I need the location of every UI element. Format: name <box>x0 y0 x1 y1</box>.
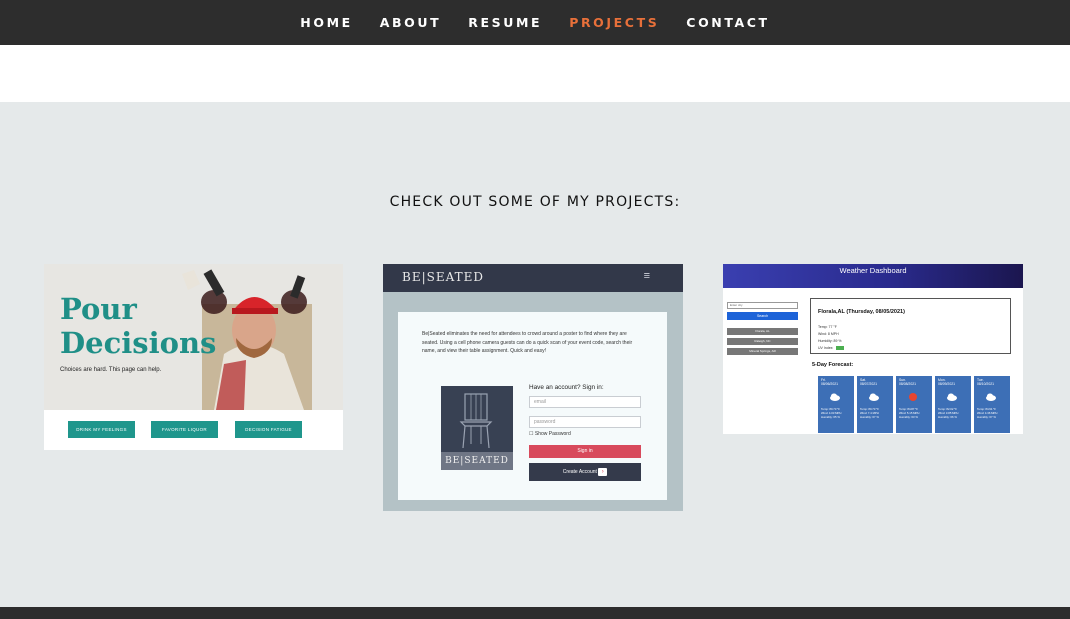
forecast-humidity: Humidity: 63 % <box>899 414 918 419</box>
arrow-icon: › <box>598 468 608 476</box>
forecast-humidity: Humidity: 65 % <box>821 414 840 419</box>
project-card-beseated[interactable]: BE|SEATED ≡ Be|Seated eliminates the nee… <box>383 264 683 511</box>
create-account-button[interactable]: Create Account › <box>529 463 641 481</box>
forecast-humidity: Humidity: 67 % <box>860 414 879 419</box>
forecast-day-card: Mon. 08/09/2021 Temp: 82.02 °F Wind: 3.85 … <box>935 376 971 433</box>
history-item[interactable]: Florala, AL <box>727 328 798 335</box>
forecast-date: 08/08/2021 <box>899 382 916 387</box>
current-uv: UV Index: <box>818 346 834 350</box>
current-humidity: Humidity: 89 % <box>818 339 842 343</box>
top-nav: HOME ABOUT RESUME PROJECTS CONTACT <box>0 0 1070 45</box>
nav-about[interactable]: ABOUT <box>380 15 442 30</box>
nav-projects[interactable]: PROJECTS <box>569 15 659 30</box>
forecast-date: 08/10/2021 <box>977 382 994 387</box>
beseated-description: Be|Seated eliminates the need for attend… <box>422 331 633 355</box>
signin-button[interactable]: Sign in <box>529 445 641 458</box>
nav-contact[interactable]: CONTACT <box>686 15 769 30</box>
project-card-pour-decisions[interactable]: Pour Decisions Choices are hard. This pa… <box>44 264 343 450</box>
nav-home[interactable]: HOME <box>300 15 352 30</box>
uv-index-badge <box>836 346 844 350</box>
nav-resume[interactable]: RESUME <box>468 15 542 30</box>
weather-search-button[interactable]: Search <box>727 312 798 320</box>
sun-icon <box>909 393 917 401</box>
beseated-brand: BE|SEATED <box>402 270 484 284</box>
forecast-humidity: Humidity: 67 % <box>977 414 996 419</box>
forecast-title: 5-Day Forecast: <box>812 362 854 368</box>
footer-bar <box>0 607 1070 619</box>
header-spacer <box>0 45 1070 102</box>
pour-decisions-tagline: Choices are hard. This page can help. <box>60 367 162 373</box>
city-search-input[interactable]: Enter city <box>727 302 798 309</box>
forecast-day-card: Sun. 08/08/2021 Temp: 84.87 °F Wind: 5.15 … <box>896 376 932 433</box>
cloud-icon <box>986 393 996 401</box>
current-weather-box: Florala,AL (Thursday, 08/05/2021) Temp: … <box>810 298 1011 354</box>
forecast-humidity: Humidity: 66 % <box>938 414 957 419</box>
chair-icon <box>459 393 493 449</box>
show-password-label: Show Password <box>534 431 571 437</box>
cloud-icon <box>947 393 957 401</box>
decision-fatigue-button[interactable]: DECISION FATIGUE <box>235 421 302 438</box>
forecast-date: 08/09/2021 <box>938 382 955 387</box>
drink-my-feelings-button[interactable]: DRINK MY FEELINGS <box>68 421 135 438</box>
favorite-liquor-button[interactable]: FAVORITE LIQUOR <box>151 421 218 438</box>
forecast-day-card: Fri. 08/06/2021 Temp: 80.73 °F Wind: 4.03 … <box>818 376 854 433</box>
email-field[interactable]: email <box>529 396 641 408</box>
password-field[interactable]: password <box>529 416 641 428</box>
chair-brand-label: BE|SEATED <box>441 452 513 470</box>
current-weather-title: Florala,AL (Thursday, 08/05/2021) <box>818 309 905 315</box>
pour-decisions-title: Pour Decisions <box>60 292 217 360</box>
current-wind: Wind: 8 MPH <box>818 332 839 336</box>
current-temp: Temp: 77 °F <box>818 325 837 329</box>
history-item[interactable]: Raleigh, NC <box>727 338 798 345</box>
cloud-icon <box>830 393 840 401</box>
project-card-weather[interactable]: Weather Dashboard Enter city Search Flor… <box>723 264 1023 434</box>
show-password-checkbox[interactable]: ☐ Show Password <box>529 431 571 437</box>
weather-header: Weather Dashboard <box>723 264 1023 288</box>
forecast-day-card: Sat. 08/07/2021 Temp: 80.73 °F Wind: 7.4 M… <box>857 376 893 433</box>
hamburger-icon: ≡ <box>643 270 650 282</box>
signin-heading: Have an account? Sign in: <box>529 384 604 391</box>
forecast-day-card: Tue. 08/10/2021 Temp: 84.91 °F Wind: 4.36 … <box>974 376 1010 433</box>
cloud-icon <box>869 393 879 401</box>
chair-image: BE|SEATED <box>441 386 513 470</box>
create-account-label: Create Account <box>562 469 597 475</box>
projects-heading: CHECK OUT SOME OF MY PROJECTS: <box>389 194 681 210</box>
forecast-date: 08/06/2021 <box>821 382 838 387</box>
history-item[interactable]: Mineral Springs, AR <box>727 348 798 355</box>
beseated-panel: Be|Seated eliminates the need for attend… <box>398 312 667 500</box>
forecast-date: 08/07/2021 <box>860 382 877 387</box>
